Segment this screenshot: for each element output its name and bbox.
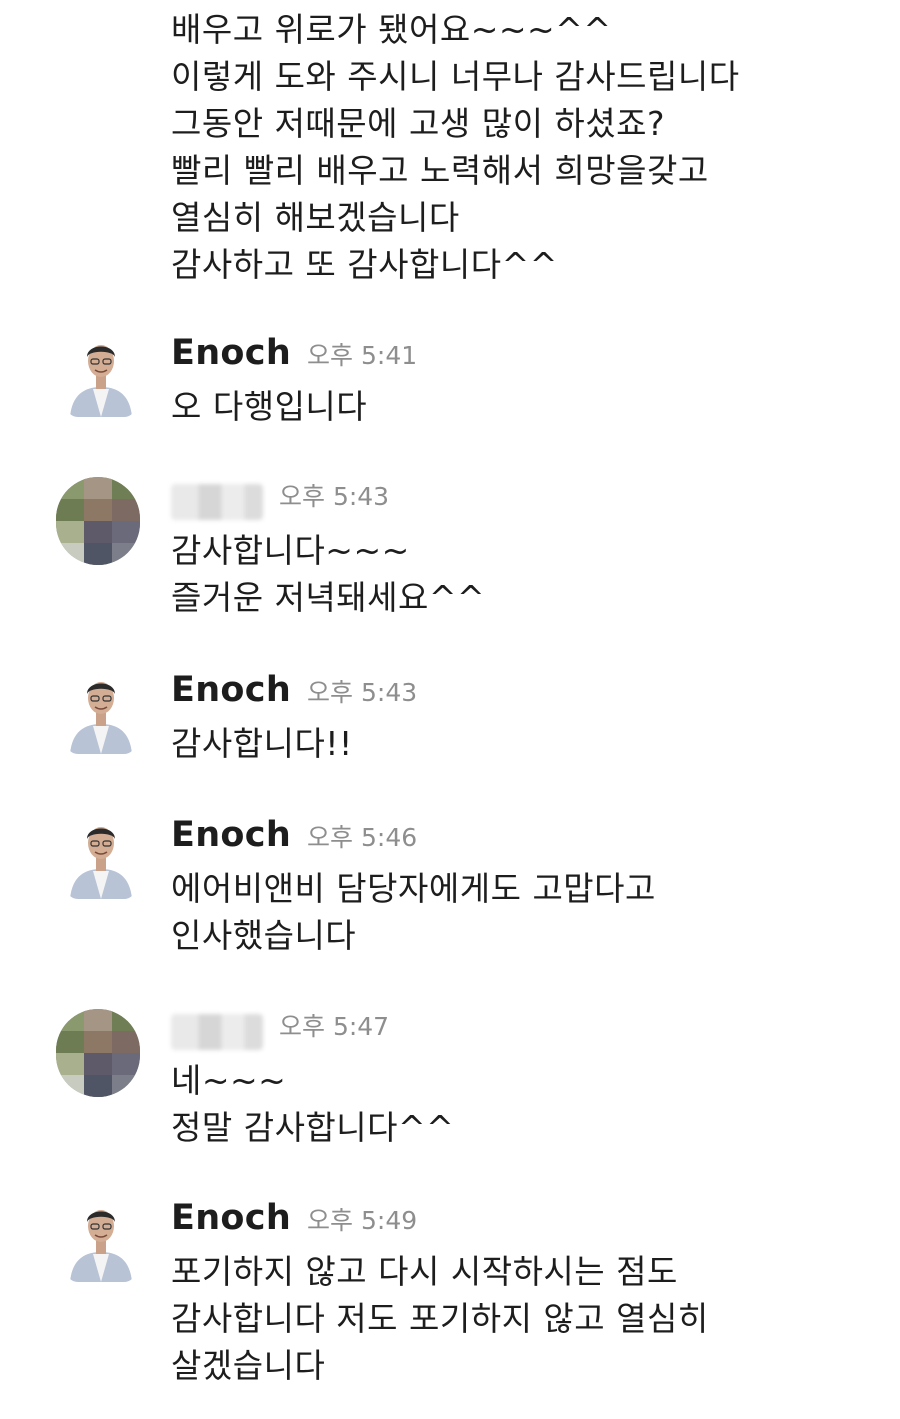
message-header: 오후 5:43: [171, 477, 871, 527]
timestamp: 오후 5:43: [279, 482, 390, 511]
message-header: Enoch 오후 5:43: [171, 670, 871, 720]
timestamp: 오후 5:43: [307, 678, 418, 707]
message-line: 정말 감사합니다^^: [171, 1108, 455, 1147]
timestamp: 오후 5:47: [279, 1012, 390, 1041]
timestamp: 오후 5:41: [307, 341, 418, 370]
message-line: 감사하고 또 감사합니다^^: [171, 245, 558, 284]
message-line: 에어비앤비 담당자에게도 고맙다고: [171, 869, 656, 908]
message-line: 네~~~: [171, 1061, 287, 1100]
message-body: 배우고 위로가 됐어요~~~^^ 이렇게 도와 주시니 너무나 감사드립니다 그…: [171, 6, 871, 288]
message-content: 오후 5:47 네~~~ 정말 감사합니다^^: [171, 1007, 871, 1151]
blurred-photo-icon: [56, 477, 140, 565]
enoch-avatar[interactable]: [66, 333, 136, 417]
sender-name[interactable]: Enoch: [171, 333, 291, 373]
message-line: 오 다행입니다: [171, 387, 368, 426]
person-photo-icon: [66, 333, 136, 417]
message-line: 감사합니다!!: [171, 724, 353, 763]
message-line: 빨리 빨리 배우고 노력해서 희망을갖고: [171, 151, 709, 190]
message-line: 그동안 저때문에 고생 많이 하셨죠?: [171, 104, 666, 143]
message-header: 오후 5:47: [171, 1007, 871, 1057]
sender-name[interactable]: Enoch: [171, 670, 291, 710]
blurred-sender-name[interactable]: [171, 484, 263, 520]
sender-name[interactable]: Enoch: [171, 815, 291, 855]
message-content: 오후 5:43 감사합니다~~~ 즐거운 저녁돼세요^^: [171, 477, 871, 621]
message-content: Enoch 오후 5:43 감사합니다!!: [171, 670, 871, 767]
person-photo-icon: [66, 1198, 136, 1282]
other-user-avatar[interactable]: [56, 477, 140, 565]
blurred-photo-icon: [56, 1009, 140, 1097]
chat-thread: 배우고 위로가 됐어요~~~^^ 이렇게 도와 주시니 너무나 감사드립니다 그…: [0, 0, 900, 1419]
other-user-avatar[interactable]: [56, 1009, 140, 1097]
sender-name[interactable]: Enoch: [171, 1198, 291, 1238]
message-content: Enoch 오후 5:46 에어비앤비 담당자에게도 고맙다고 인사했습니다: [171, 815, 871, 959]
message-line: 이렇게 도와 주시니 너무나 감사드립니다: [171, 57, 740, 96]
message-header: Enoch 오후 5:41: [171, 333, 871, 383]
enoch-avatar[interactable]: [66, 815, 136, 899]
message-header: Enoch 오후 5:46: [171, 815, 871, 865]
timestamp: 오후 5:49: [307, 1206, 418, 1235]
message-header: Enoch 오후 5:49: [171, 1198, 871, 1248]
blurred-sender-name[interactable]: [171, 1014, 263, 1050]
message-line: 배우고 위로가 됐어요~~~^^: [171, 10, 612, 49]
message-content: Enoch 오후 5:41 오 다행입니다: [171, 333, 871, 430]
message-content: Enoch 오후 5:49 포기하지 않고 다시 시작하시는 점도 감사합니다 …: [171, 1198, 871, 1389]
message-line: 인사했습니다: [171, 916, 357, 955]
person-photo-icon: [66, 815, 136, 899]
message-line: 열심히 해보겠습니다: [171, 198, 460, 237]
message-line: 감사합니다~~~: [171, 531, 410, 570]
message-line: 감사합니다 저도 포기하지 않고 열심히: [171, 1299, 709, 1338]
message-line: 살겠습니다: [171, 1346, 326, 1385]
timestamp: 오후 5:46: [307, 823, 418, 852]
enoch-avatar[interactable]: [66, 1198, 136, 1282]
message-line: 즐거운 저녁돼세요^^: [171, 578, 486, 617]
enoch-avatar[interactable]: [66, 670, 136, 754]
person-photo-icon: [66, 670, 136, 754]
message-line: 포기하지 않고 다시 시작하시는 점도: [171, 1252, 678, 1291]
